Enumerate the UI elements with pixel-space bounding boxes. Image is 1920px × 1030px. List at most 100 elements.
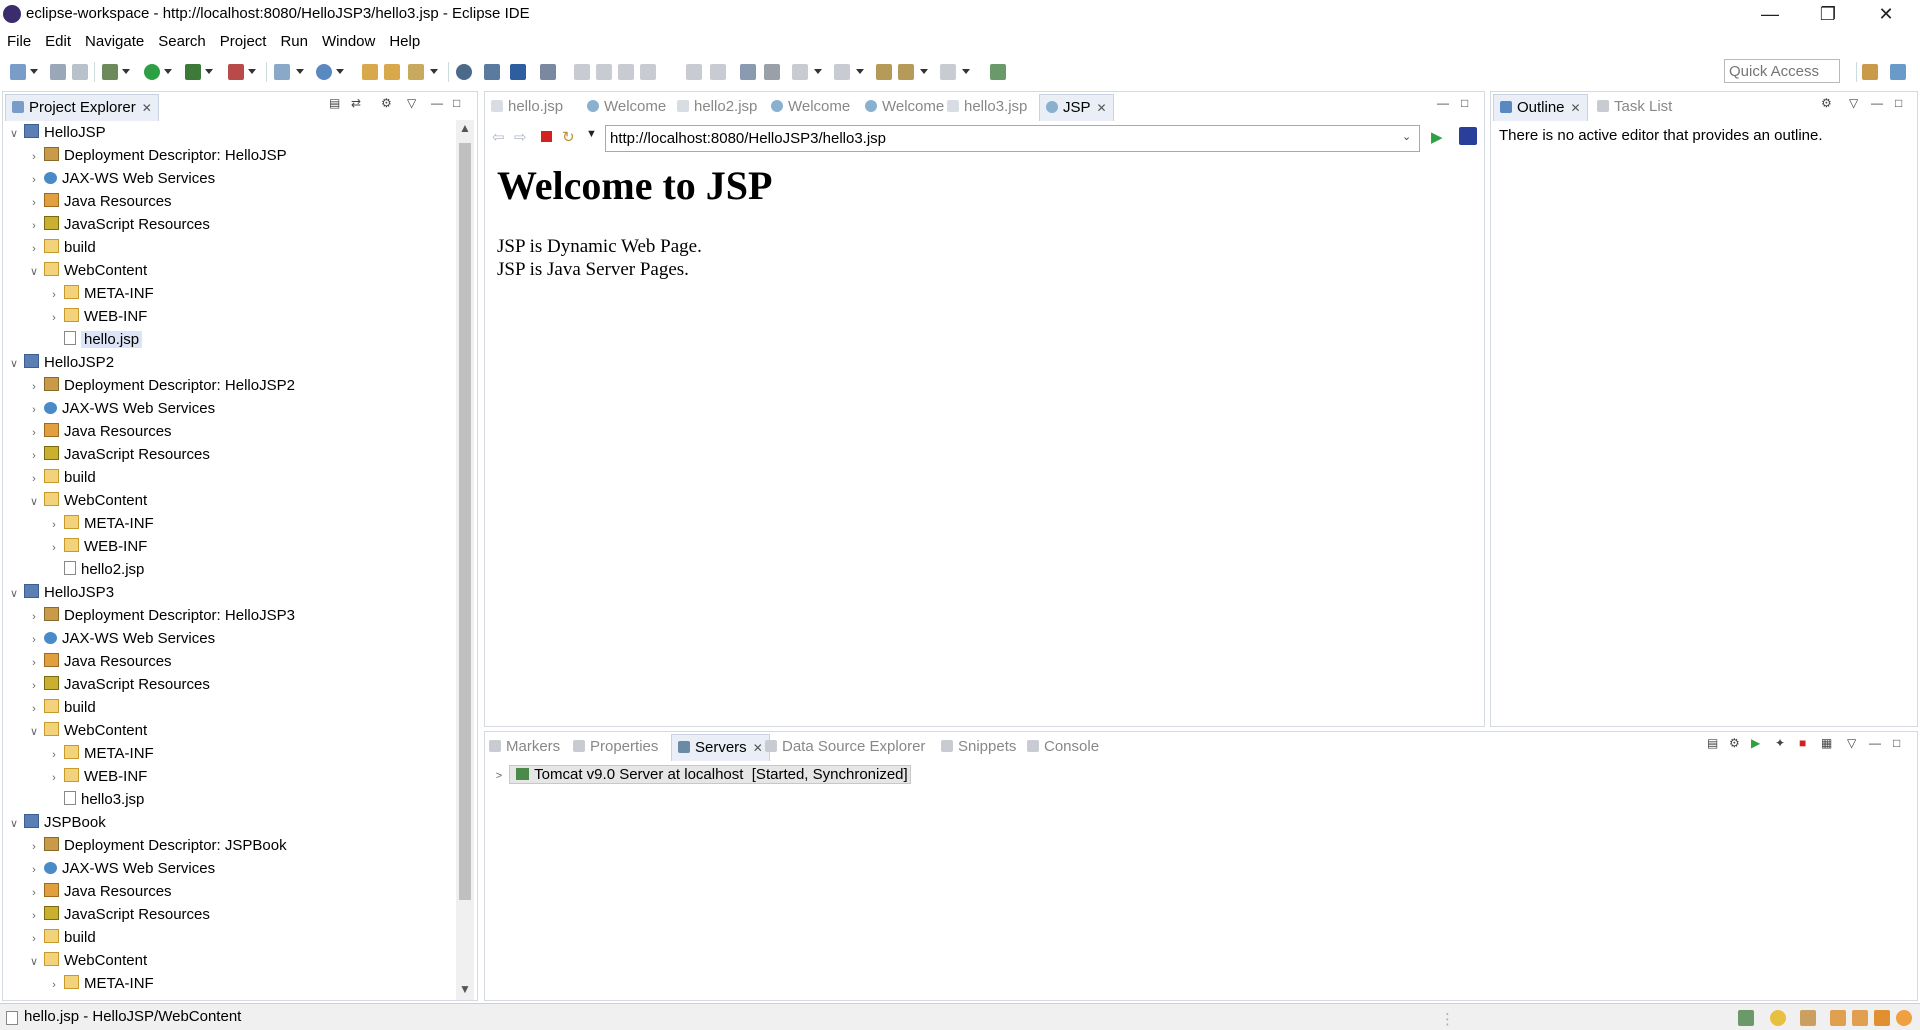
- annotation-icon[interactable]: [740, 64, 756, 80]
- maximize-panel-icon[interactable]: □: [1893, 736, 1900, 750]
- expand-chevron-icon[interactable]: >: [493, 765, 505, 787]
- step-over-icon[interactable]: [710, 64, 726, 80]
- minimize-button[interactable]: —: [1741, 0, 1799, 30]
- debug-server-icon[interactable]: ⚙: [1729, 736, 1740, 750]
- menu-window[interactable]: Window: [315, 30, 382, 54]
- menu-search[interactable]: Search: [151, 30, 213, 54]
- menu-project[interactable]: Project: [213, 30, 274, 54]
- minimize-panel-icon[interactable]: —: [1869, 736, 1881, 750]
- collapsed-chevron-icon[interactable]: ›: [28, 629, 40, 652]
- collapsed-chevron-icon[interactable]: ›: [28, 675, 40, 698]
- browser-stop-icon[interactable]: [541, 131, 552, 142]
- tree-item[interactable]: ∨ WebContent: [28, 949, 147, 972]
- expanded-chevron-icon[interactable]: ∨: [8, 583, 20, 606]
- search-tool-icon[interactable]: [408, 64, 424, 80]
- tree-item[interactable]: › META-INF: [48, 742, 154, 765]
- back-dropdown-icon[interactable]: [920, 69, 928, 74]
- editor-tab[interactable]: Welcome: [771, 94, 850, 120]
- collapsed-chevron-icon[interactable]: ›: [28, 192, 40, 215]
- tree-item[interactable]: › JAX-WS Web Services: [28, 397, 215, 420]
- tab-project-explorer[interactable]: Project Explorer ✕: [5, 94, 159, 121]
- tree-item[interactable]: › META-INF: [48, 972, 154, 995]
- jee-perspective-icon[interactable]: [1890, 64, 1906, 80]
- tree-item[interactable]: › build: [28, 926, 96, 949]
- terminate-icon[interactable]: [618, 64, 634, 80]
- prev-annotation-icon[interactable]: [834, 64, 850, 80]
- debug-icon[interactable]: [102, 64, 118, 80]
- tree-item[interactable]: › JAX-WS Web Services: [28, 167, 215, 190]
- maximize-panel-icon[interactable]: □: [1895, 96, 1902, 110]
- collapse-all-icon[interactable]: ▤: [1707, 736, 1718, 750]
- bottom-tab[interactable]: Markers: [489, 734, 560, 760]
- editor-tab[interactable]: hello.jsp: [491, 94, 563, 120]
- view-menu-icon[interactable]: ▽: [407, 96, 416, 110]
- save-icon[interactable]: [50, 64, 66, 80]
- tips-icon[interactable]: [1770, 1010, 1786, 1026]
- expanded-chevron-icon[interactable]: ∨: [8, 813, 20, 836]
- tree-item[interactable]: ∨ WebContent: [28, 489, 147, 512]
- update-icon[interactable]: [1738, 1010, 1754, 1026]
- tree-item[interactable]: › Deployment Descriptor: HelloJSP2: [28, 374, 295, 397]
- tree-item[interactable]: hello2.jsp: [48, 558, 144, 581]
- collapsed-chevron-icon[interactable]: ›: [28, 169, 40, 192]
- external-tools-dropdown-icon[interactable]: [248, 69, 256, 74]
- save-all-icon[interactable]: [72, 64, 88, 80]
- toggle-view-icon[interactable]: [510, 64, 526, 80]
- collapsed-chevron-icon[interactable]: ›: [48, 767, 60, 790]
- close-icon[interactable]: ✕: [1097, 101, 1107, 115]
- minimize-panel-icon[interactable]: —: [1871, 96, 1883, 110]
- go-icon[interactable]: ▶: [1431, 128, 1443, 146]
- collapsed-chevron-icon[interactable]: ›: [48, 284, 60, 307]
- browser-url-input[interactable]: [605, 125, 1420, 152]
- view-menu-icon[interactable]: ▽: [1847, 736, 1856, 750]
- collapsed-chevron-icon[interactable]: ›: [48, 744, 60, 767]
- tree-item[interactable]: ∨ WebContent: [28, 259, 147, 282]
- tree-item[interactable]: › Java Resources: [28, 880, 172, 903]
- external-tools-icon[interactable]: [228, 64, 244, 80]
- server-row[interactable]: > Tomcat v9.0 Server at localhost [Start…: [493, 764, 911, 786]
- collapsed-chevron-icon[interactable]: ›: [28, 376, 40, 399]
- tree-item[interactable]: hello3.jsp: [48, 788, 144, 811]
- whitespace-icon[interactable]: [764, 64, 780, 80]
- restore-button[interactable]: ❐: [1799, 0, 1857, 30]
- editor-tab[interactable]: JSP ✕: [1039, 94, 1114, 121]
- view-menu-icon[interactable]: ▽: [1849, 96, 1858, 110]
- tree-item[interactable]: › Deployment Descriptor: HelloJSP3: [28, 604, 295, 627]
- menu-edit[interactable]: Edit: [38, 30, 78, 54]
- disconnect-icon[interactable]: [640, 64, 656, 80]
- resume-icon[interactable]: [574, 64, 590, 80]
- notifications-icon[interactable]: [1800, 1010, 1816, 1026]
- collapsed-chevron-icon[interactable]: ›: [28, 836, 40, 859]
- collapsed-chevron-icon[interactable]: ›: [28, 422, 40, 445]
- tree-item[interactable]: ∨ JSPBook: [8, 811, 106, 834]
- expanded-chevron-icon[interactable]: ∨: [28, 261, 40, 284]
- run-icon[interactable]: [144, 64, 160, 80]
- run-dropdown-icon[interactable]: [164, 69, 172, 74]
- help-icon[interactable]: [1896, 1010, 1912, 1026]
- tree-item[interactable]: › JavaScript Resources: [28, 213, 210, 236]
- menu-help[interactable]: Help: [382, 30, 427, 54]
- next-annotation-icon[interactable]: [792, 64, 808, 80]
- expanded-chevron-icon[interactable]: ∨: [8, 123, 20, 146]
- debug-dropdown-icon[interactable]: [122, 69, 130, 74]
- expanded-chevron-icon[interactable]: ∨: [8, 353, 20, 376]
- browser-back-icon[interactable]: ⇦: [492, 128, 505, 146]
- open-perspective-icon[interactable]: [484, 64, 500, 80]
- tree-item[interactable]: › JAX-WS Web Services: [28, 857, 215, 880]
- collapse-all-icon[interactable]: ▤: [329, 96, 340, 110]
- maximize-editor-icon[interactable]: □: [1461, 96, 1468, 110]
- new-icon[interactable]: [10, 64, 26, 80]
- collapsed-chevron-icon[interactable]: ›: [28, 698, 40, 721]
- expanded-chevron-icon[interactable]: ∨: [28, 951, 40, 974]
- close-icon[interactable]: ✕: [1571, 101, 1581, 115]
- tab-task-list[interactable]: Task List: [1597, 94, 1672, 120]
- tree-item[interactable]: › Java Resources: [28, 650, 172, 673]
- scroll-up-icon[interactable]: ▲: [459, 121, 471, 135]
- publish-icon[interactable]: ▦: [1821, 736, 1832, 750]
- new-dropdown-icon[interactable]: [30, 69, 38, 74]
- new-web-dropdown-icon[interactable]: [336, 69, 344, 74]
- maximize-panel-icon[interactable]: □: [453, 96, 460, 110]
- tree-item[interactable]: › JavaScript Resources: [28, 443, 210, 466]
- editor-tab[interactable]: hello3.jsp: [947, 94, 1027, 120]
- collapsed-chevron-icon[interactable]: ›: [28, 859, 40, 882]
